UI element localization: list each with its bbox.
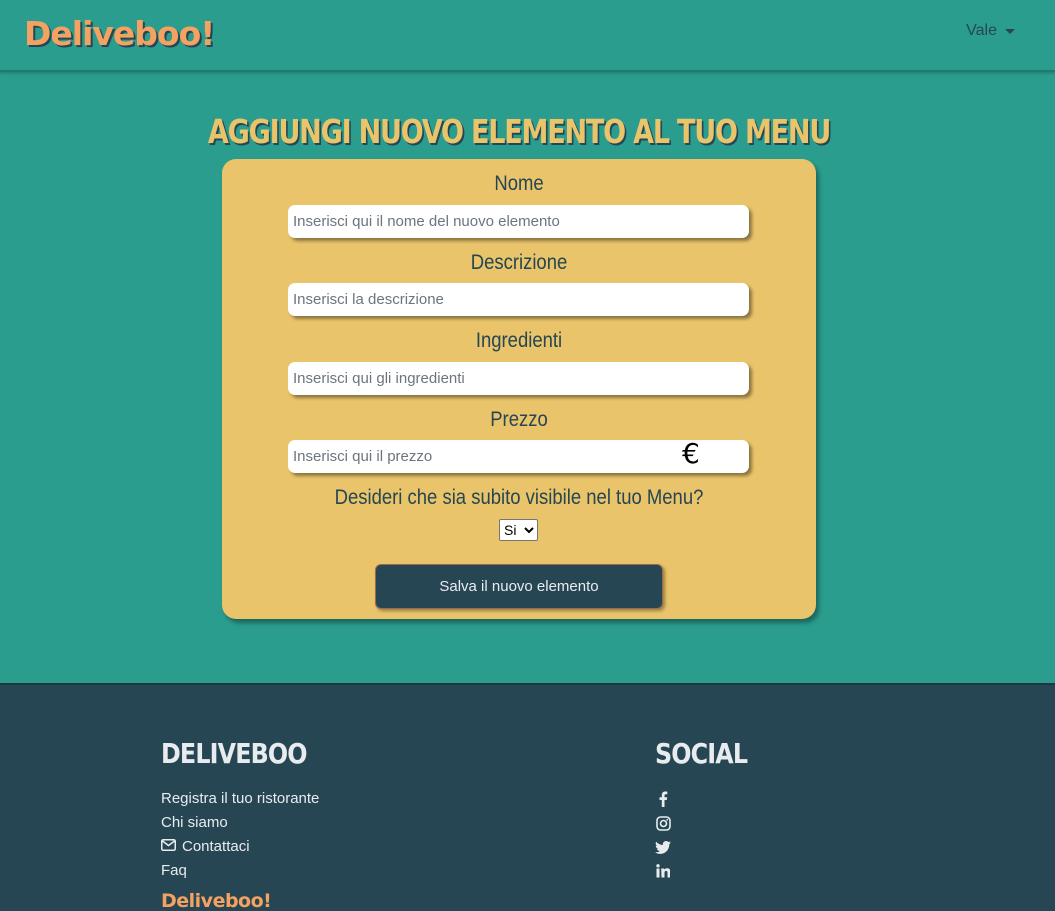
linkedin-icon[interactable] bbox=[655, 863, 671, 879]
page-title: AGGIUNGI NUOVO ELEMENTO AL TUO MENU bbox=[207, 112, 831, 151]
description-input[interactable] bbox=[288, 283, 749, 316]
envelope-icon bbox=[161, 838, 176, 855]
footer-logo: Deliveboo! bbox=[161, 890, 272, 911]
description-label: Descrizione bbox=[470, 251, 568, 274]
footer-link-label: Chi siamo bbox=[161, 814, 228, 831]
price-input[interactable] bbox=[288, 440, 749, 473]
footer-link-contact[interactable]: Contattaci bbox=[161, 838, 250, 855]
save-item-button[interactable]: Salva il nuovo elemento bbox=[375, 564, 663, 609]
footer-link-label: Faq bbox=[161, 862, 187, 879]
instagram-icon[interactable] bbox=[655, 815, 671, 831]
navbar: Deliveboo! Vale bbox=[0, 0, 1055, 72]
footer-link-register[interactable]: Registra il tuo ristorante bbox=[161, 790, 319, 807]
footer-brand-heading: DELIVEBOO bbox=[161, 737, 308, 770]
visible-label: Desideri che sia subito visibile nel tuo… bbox=[334, 486, 704, 509]
user-menu-dropdown[interactable]: Vale bbox=[966, 22, 1015, 40]
price-label: Prezzo bbox=[490, 408, 548, 431]
footer: DELIVEBOO Registra il tuo ristorante Chi… bbox=[0, 683, 1055, 911]
visible-select[interactable]: Si bbox=[499, 519, 538, 541]
name-label: Nome bbox=[494, 172, 544, 195]
user-name: Vale bbox=[966, 22, 997, 39]
social-heading: SOCIAL bbox=[655, 737, 748, 770]
euro-icon: € bbox=[682, 437, 700, 470]
footer-link-label: Registra il tuo ristorante bbox=[161, 790, 320, 807]
footer-link-faq[interactable]: Faq bbox=[161, 862, 187, 879]
twitter-icon[interactable] bbox=[655, 839, 671, 855]
ingredients-input[interactable] bbox=[288, 362, 749, 395]
footer-link-label: Contattaci bbox=[182, 838, 250, 855]
footer-link-about[interactable]: Chi siamo bbox=[161, 814, 228, 831]
caret-down-icon bbox=[1005, 28, 1015, 34]
add-menu-item-form: Nome Descrizione Ingredienti Prezzo € De… bbox=[222, 159, 816, 619]
ingredients-label: Ingredienti bbox=[475, 329, 563, 352]
facebook-icon[interactable] bbox=[655, 791, 671, 807]
brand-logo[interactable]: Deliveboo! bbox=[24, 14, 215, 53]
name-input[interactable] bbox=[288, 205, 749, 238]
